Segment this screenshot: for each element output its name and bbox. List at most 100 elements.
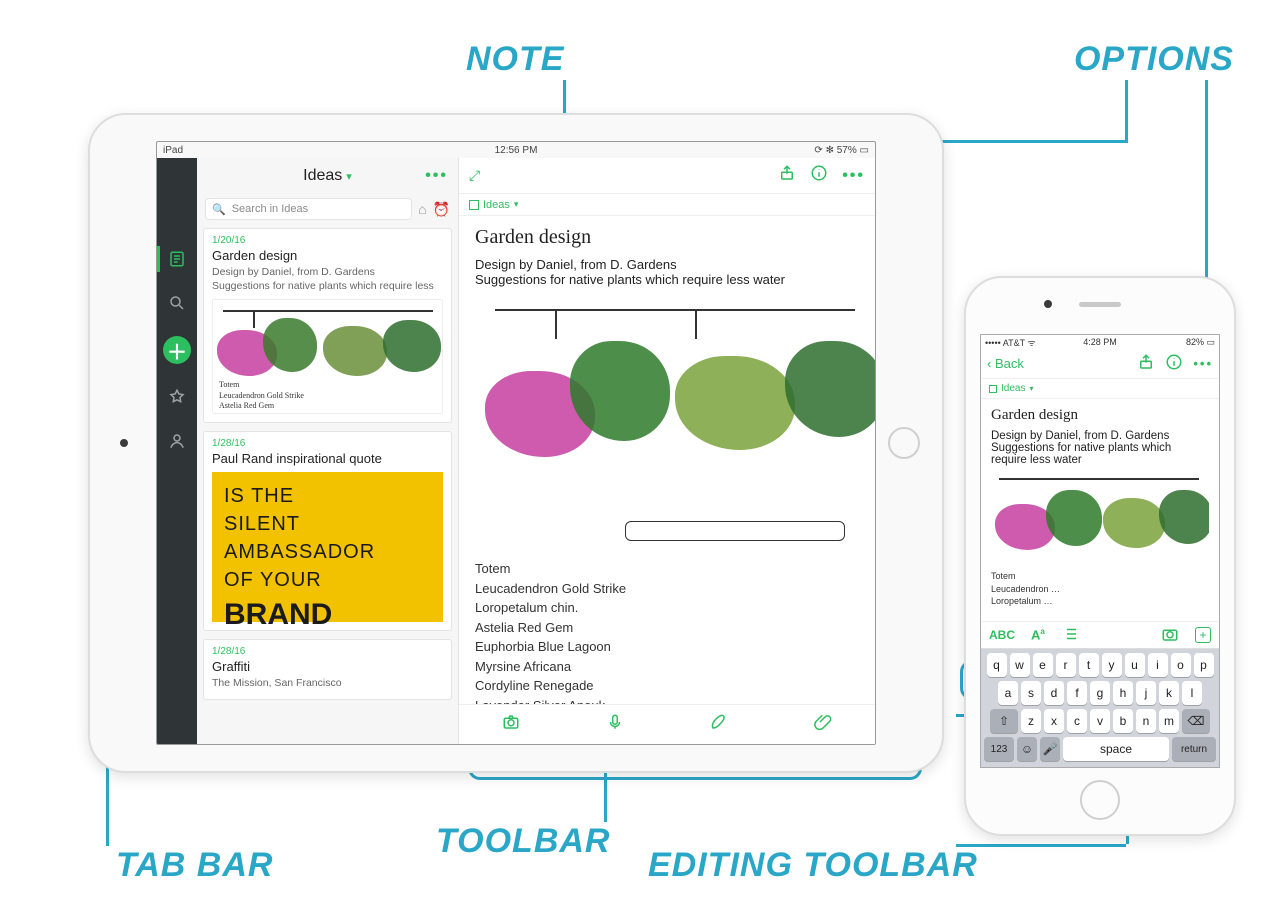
key-letter[interactable]: r (1056, 653, 1076, 677)
notebook-crumb[interactable]: Ideas ▾ (981, 379, 1219, 399)
callout-tabbar: TAB BAR (116, 846, 273, 885)
key-letter[interactable]: y (1102, 653, 1122, 677)
toolbar-sketch-button[interactable] (710, 713, 728, 736)
key-letter[interactable]: a (998, 681, 1018, 705)
key-letter[interactable]: z (1021, 709, 1041, 733)
key-letter[interactable]: l (1182, 681, 1202, 705)
callout-editing-toolbar: EDITING TOOLBAR (648, 846, 978, 885)
note-body[interactable]: Garden design Design by Daniel, from D. … (459, 216, 875, 704)
iphone-device-frame: ••••• AT&T ᯤ 4:28 PM 82% ▭ ‹ Back ••• Id… (964, 276, 1236, 836)
key-letter[interactable]: v (1090, 709, 1110, 733)
key-letter[interactable]: h (1113, 681, 1133, 705)
plus-icon: ＋ (167, 336, 187, 365)
note-title: Garden design (212, 248, 443, 263)
note-body[interactable]: Garden design Design by Daniel, from D. … (981, 399, 1219, 621)
ipad-home-button[interactable] (888, 427, 920, 459)
note-date: 1/28/16 (212, 646, 443, 657)
toolbar-camera-button[interactable] (502, 713, 520, 736)
note-card[interactable]: 1/28/16 Graffiti The Mission, San Franci… (203, 639, 452, 699)
list-options-button[interactable]: ••• (425, 167, 448, 185)
notebook-crumb[interactable]: Ideas ▾ (459, 194, 875, 216)
status-time: 4:28 PM (1083, 337, 1117, 347)
toolbar-audio-button[interactable] (606, 713, 624, 736)
toolbar-attach-button[interactable] (814, 713, 832, 736)
note-card[interactable]: 1/20/16 Garden design Design by Daniel, … (203, 228, 452, 423)
status-right: 82% ▭ (1186, 337, 1215, 348)
note-title: Paul Rand inspirational quote (212, 451, 443, 466)
tab-search[interactable] (166, 292, 188, 314)
note-toolbar (459, 704, 875, 744)
reminder-icon[interactable]: ⏰ (433, 201, 450, 218)
info-icon (1165, 353, 1183, 371)
key-letter[interactable]: d (1044, 681, 1064, 705)
tab-shortcuts[interactable] (166, 386, 188, 408)
key-letter[interactable]: b (1113, 709, 1133, 733)
note-line: Suggestions for native plants which requ… (475, 272, 859, 287)
key-letter[interactable]: q (987, 653, 1007, 677)
brush-icon (710, 713, 728, 731)
tab-add-note[interactable]: ＋ (163, 336, 191, 364)
tab-account[interactable] (166, 430, 188, 452)
keyboard-row: 123 ☺ 🎤 space return (984, 737, 1216, 761)
info-button[interactable] (810, 164, 828, 187)
key-letter[interactable]: e (1033, 653, 1053, 677)
note-image (991, 474, 1209, 566)
mic-icon (606, 713, 624, 731)
key-letter[interactable]: o (1171, 653, 1191, 677)
note-thumbnail: TotemLeucadendron Gold StrikeAstelia Red… (212, 299, 443, 414)
edit-abc-button[interactable]: ABC (989, 628, 1015, 642)
tab-notes[interactable] (166, 248, 188, 270)
note-list-header[interactable]: Ideas ▾ ••• (197, 158, 458, 194)
key-letter[interactable]: j (1136, 681, 1156, 705)
key-mic[interactable]: 🎤 (1040, 737, 1060, 761)
keyboard[interactable]: qwertyuiop asdfghjkl ⇧ zxcvbnm ⌫ 123 ☺ 🎤… (981, 649, 1219, 767)
note-line: Design by Daniel, from D. Gardens (991, 430, 1209, 442)
search-icon: 🔍 (212, 203, 226, 216)
edit-list-button[interactable] (1061, 625, 1079, 646)
share-button[interactable] (1137, 353, 1155, 374)
key-space[interactable]: space (1063, 737, 1169, 761)
key-emoji[interactable]: ☺ (1017, 737, 1037, 761)
share-icon (1137, 353, 1155, 371)
search-input[interactable]: 🔍 Search in Ideas (205, 198, 412, 220)
key-letter[interactable]: t (1079, 653, 1099, 677)
share-button[interactable] (778, 164, 796, 187)
key-letter[interactable]: w (1010, 653, 1030, 677)
back-button[interactable]: ‹ Back (987, 356, 1024, 371)
key-letter[interactable]: u (1125, 653, 1145, 677)
edit-format-button[interactable]: Aa (1031, 627, 1045, 642)
key-letter[interactable]: s (1021, 681, 1041, 705)
iphone-home-button[interactable] (1080, 780, 1120, 820)
expand-button[interactable]: ⤢ (469, 167, 480, 184)
iphone-speaker (1079, 302, 1121, 307)
more-options-button[interactable]: ••• (1193, 356, 1213, 371)
more-options-button[interactable]: ••• (842, 167, 865, 185)
crumb-label: Ideas (483, 199, 510, 211)
key-return[interactable]: return (1172, 737, 1216, 761)
chevron-down-icon: ▾ (1029, 384, 1033, 393)
note-list[interactable]: 1/20/16 Garden design Design by Daniel, … (197, 224, 458, 744)
key-letter[interactable]: i (1148, 653, 1168, 677)
note-card[interactable]: 1/28/16 Paul Rand inspirational quote IS… (203, 431, 452, 631)
iphone-status-bar: ••••• AT&T ᯤ 4:28 PM 82% ▭ (981, 335, 1219, 349)
key-letter[interactable]: f (1067, 681, 1087, 705)
key-letter[interactable]: c (1067, 709, 1087, 733)
info-button[interactable] (1165, 353, 1183, 374)
key-letter[interactable]: g (1090, 681, 1110, 705)
edit-add-button[interactable]: + (1195, 627, 1211, 643)
key-shift[interactable]: ⇧ (990, 709, 1018, 733)
ipad-camera (120, 439, 128, 447)
key-letter[interactable]: p (1194, 653, 1214, 677)
key-letter[interactable]: x (1044, 709, 1064, 733)
edit-camera-button[interactable] (1161, 625, 1179, 646)
crumb-label: Ideas (1001, 383, 1025, 394)
callout-lead (956, 844, 1126, 847)
note-list-panel: Ideas ▾ ••• 🔍 Search in Ideas ⌂ ⏰ 1/20/1… (197, 158, 459, 744)
key-letter[interactable]: k (1159, 681, 1179, 705)
search-icon (168, 294, 186, 312)
key-delete[interactable]: ⌫ (1182, 709, 1210, 733)
tag-icon[interactable]: ⌂ (418, 201, 426, 217)
key-letter[interactable]: m (1159, 709, 1179, 733)
key-numbers[interactable]: 123 (984, 737, 1014, 761)
key-letter[interactable]: n (1136, 709, 1156, 733)
